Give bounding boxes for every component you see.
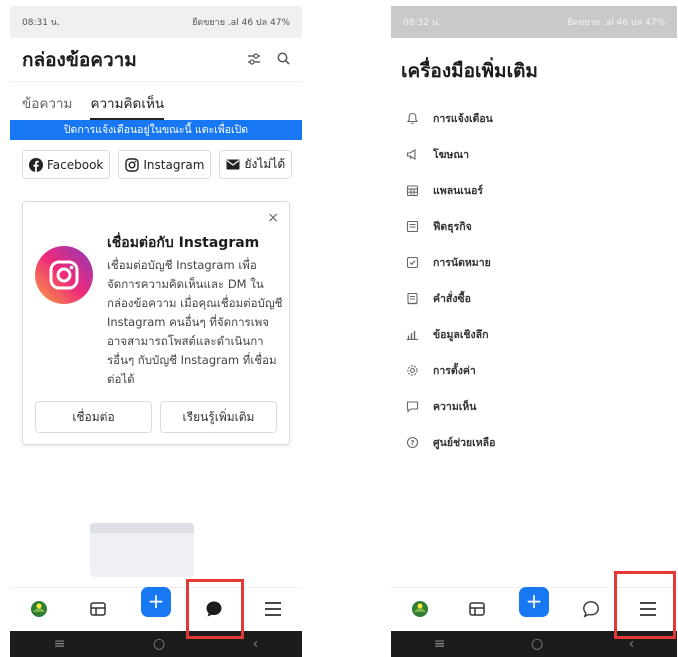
- insights-icon: [405, 327, 419, 341]
- tool-item-orders[interactable]: คำสั่งซื้อ: [405, 280, 667, 316]
- search-icon[interactable]: [277, 50, 290, 69]
- comment-icon: [405, 399, 419, 413]
- more-tools-screen: 08:32 น. ยืดขยาย .al 46 ปล 47% เครื่องมื…: [391, 6, 677, 657]
- channel-filters: Facebook Instagram ยังไม่ได้: [10, 140, 302, 189]
- tool-label: ข้อมูลเชิงลึก: [433, 328, 489, 341]
- plus-icon: +: [518, 586, 549, 617]
- highlight-inbox-tab: [186, 579, 244, 639]
- content-icon: [469, 601, 485, 616]
- svg-text:?: ?: [410, 439, 414, 447]
- nav-create[interactable]: +: [516, 586, 552, 627]
- content-placeholder: [90, 523, 194, 577]
- tool-label: การนัดหมาย: [433, 256, 491, 269]
- tool-label: ศูนย์ช่วยเหลือ: [433, 436, 496, 449]
- tool-item-comments[interactable]: ความเห็น: [405, 388, 667, 424]
- tool-item-help-center[interactable]: ? ศูนย์ช่วยเหลือ: [405, 424, 667, 460]
- tool-label: โฆษณา: [433, 148, 469, 161]
- tool-item-settings[interactable]: การตั้งค่า: [405, 352, 667, 388]
- nav-inbox[interactable]: [573, 591, 609, 627]
- filter-icon[interactable]: [247, 50, 261, 69]
- channel-unread-label: ยังไม่ได้: [244, 157, 286, 171]
- status-time: 08:32 น.: [403, 18, 441, 28]
- tool-item-business-feed[interactable]: ฟีดธุรกิจ: [405, 208, 667, 244]
- gear-icon: [405, 363, 419, 377]
- close-icon[interactable]: ×: [267, 210, 279, 226]
- nav-home[interactable]: [21, 591, 57, 627]
- tool-label: การตั้งค่า: [433, 364, 476, 377]
- orders-icon: [405, 291, 419, 305]
- bell-icon: [405, 111, 419, 125]
- page-avatar-icon: [411, 600, 428, 617]
- nav-content[interactable]: [80, 591, 116, 627]
- tool-label: ฟีดธุรกิจ: [433, 220, 472, 233]
- tool-label: แพลนเนอร์: [433, 184, 484, 197]
- card-description: เชื่อมต่อบัญชี Instagram เพื่อจัดการความ…: [107, 258, 283, 386]
- channel-instagram[interactable]: Instagram: [118, 150, 212, 179]
- calendar-icon: [405, 183, 419, 197]
- page-title: เครื่องมือเพิ่มเติม: [401, 60, 538, 82]
- channel-unread[interactable]: ยังไม่ได้: [219, 150, 293, 179]
- card-title: เชื่อมต่อกับ Instagram: [107, 235, 260, 251]
- feed-icon: [405, 219, 419, 233]
- megaphone-icon: [405, 147, 419, 161]
- nav-create[interactable]: +: [138, 586, 174, 627]
- status-icons: ยืดขยาย .al 46 ปล 47%: [192, 18, 290, 28]
- channel-facebook-label: Facebook: [47, 157, 104, 172]
- envelope-icon: [226, 159, 240, 170]
- tool-item-ads[interactable]: โฆษณา: [405, 136, 667, 172]
- tool-label: คำสั่งซื้อ: [433, 292, 471, 305]
- status-icons: ยืดขยาย .al 46 ปล 47%: [567, 18, 665, 28]
- tool-item-notifications[interactable]: การแจ้งเตือน: [405, 100, 667, 136]
- nav-home[interactable]: [402, 591, 438, 627]
- home-icon[interactable]: ○: [153, 636, 165, 652]
- tool-label: การแจ้งเตือน: [433, 112, 493, 125]
- bottom-nav: +: [10, 586, 302, 629]
- tool-label: ความเห็น: [433, 400, 477, 413]
- connect-button[interactable]: เชื่อมต่อ: [35, 401, 152, 433]
- tool-item-insights[interactable]: ข้อมูลเชิงลึก: [405, 316, 667, 352]
- tool-item-planner[interactable]: แพลนเนอร์: [405, 172, 667, 208]
- tab-messages[interactable]: ข้อความ: [22, 92, 72, 120]
- inbox-screen: 08:31 น. ยืดขยาย .al 46 ปล 47% กล่องข้อค…: [10, 6, 302, 657]
- recent-apps-icon[interactable]: ≡: [434, 636, 446, 652]
- status-time: 08:31 น.: [22, 18, 60, 28]
- back-icon[interactable]: ‹: [253, 636, 259, 652]
- channel-facebook[interactable]: Facebook: [22, 150, 111, 179]
- status-bar: 08:31 น. ยืดขยาย .al 46 ปล 47%: [10, 6, 302, 38]
- nav-content[interactable]: [459, 591, 495, 627]
- facebook-icon: [29, 157, 43, 172]
- instagram-icon: [125, 157, 140, 172]
- chat-bubble-icon: [583, 600, 600, 617]
- tool-list: การแจ้งเตือน โฆษณา แพลนเนอร์ ฟีดธุรกิจ ก…: [391, 96, 677, 460]
- tool-item-appointments[interactable]: การนัดหมาย: [405, 244, 667, 280]
- plus-icon: +: [140, 586, 171, 617]
- page-avatar-icon: [31, 600, 48, 617]
- highlight-menu-tab: [614, 571, 676, 639]
- recent-apps-icon[interactable]: ≡: [54, 636, 66, 652]
- learn-more-button[interactable]: เรียนรู้เพิ่มเติม: [160, 401, 277, 433]
- app-header: กล่องข้อความ: [10, 38, 302, 82]
- home-icon[interactable]: ○: [531, 636, 543, 652]
- notification-banner[interactable]: ปิดการแจ้งเตือนอยู่ในขณะนี้ แตะเพื่อเปิด: [10, 120, 302, 140]
- page-title: กล่องข้อความ: [22, 48, 137, 71]
- content-icon: [89, 601, 106, 616]
- help-icon: ?: [405, 435, 419, 449]
- tab-bar: ข้อความ ความคิดเห็น: [10, 82, 302, 120]
- checkbox-icon: [405, 255, 419, 269]
- instagram-connect-card: × เชื่อมต่อกับ Instagram เชื่อมต่อบัญชี …: [22, 201, 290, 445]
- status-bar: 08:32 น. ยืดขยาย .al 46 ปล 47%: [391, 6, 677, 38]
- instagram-logo-icon: [35, 246, 93, 304]
- system-nav-bar: ≡ ○ ‹: [10, 631, 302, 657]
- channel-instagram-label: Instagram: [143, 157, 205, 172]
- tab-comments[interactable]: ความคิดเห็น: [90, 92, 164, 120]
- nav-menu[interactable]: [255, 591, 291, 627]
- menu-icon: [264, 601, 281, 616]
